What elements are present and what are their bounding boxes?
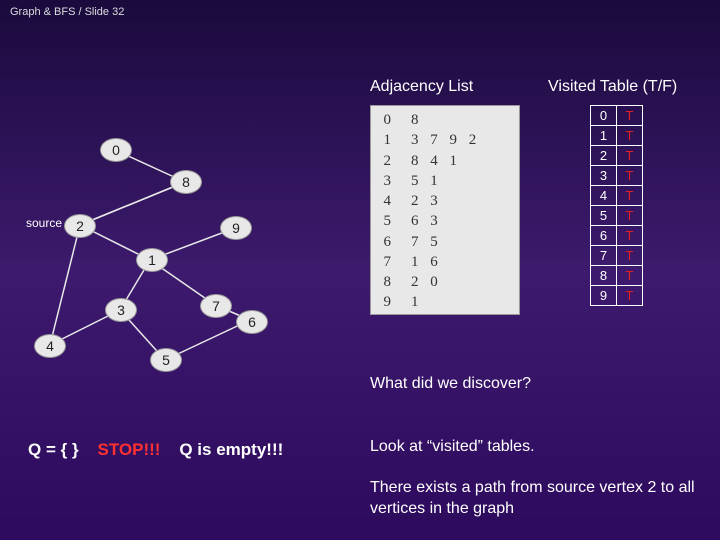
graph-node-0: 0 — [100, 138, 132, 162]
discover-question: What did we discover? — [370, 375, 531, 393]
visited-table: 0T 1T 2T 3T 4T 5T 6T 7T 8T 9T — [590, 105, 643, 306]
graph-diagram: source 0 8 2 9 1 3 7 4 5 6 — [20, 120, 320, 380]
adjacency-list-label: Adjacency List — [370, 78, 473, 96]
adj-row: 56 3 — [379, 211, 511, 231]
adj-row: 71 6 — [379, 252, 511, 272]
queue-status-line: Q = { } STOP!!! Q is empty!!! — [28, 440, 283, 460]
graph-node-1: 1 — [136, 248, 168, 272]
slide-header: Graph & BFS / Slide 32 — [0, 0, 720, 24]
adj-row: 91 — [379, 292, 511, 312]
adj-row: 08 — [379, 110, 511, 130]
q-set: { } — [61, 440, 79, 459]
visited-table-label: Visited Table (T/F) — [548, 78, 677, 96]
adj-row: 35 1 — [379, 171, 511, 191]
graph-node-2: 2 — [64, 214, 96, 238]
adjacency-list: 08 13 7 9 2 28 4 1 35 1 42 3 56 3 67 5 7… — [370, 105, 520, 315]
graph-node-5: 5 — [150, 348, 182, 372]
graph-node-8: 8 — [170, 170, 202, 194]
adj-row: 28 4 1 — [379, 151, 511, 171]
adj-row: 67 5 — [379, 232, 511, 252]
graph-node-6: 6 — [236, 310, 268, 334]
graph-node-3: 3 — [105, 298, 137, 322]
stop-text: STOP!!! — [97, 440, 160, 459]
graph-node-9: 9 — [220, 216, 252, 240]
source-label: source — [26, 216, 62, 230]
q-empty-text: Q is empty!!! — [179, 440, 283, 459]
adj-row: 13 7 9 2 — [379, 130, 511, 150]
lookat-text: Look at “visited” tables. — [370, 438, 535, 456]
graph-node-4: 4 — [34, 334, 66, 358]
q-prefix: Q = — [28, 440, 61, 459]
graph-node-7: 7 — [200, 294, 232, 318]
adj-row: 42 3 — [379, 191, 511, 211]
adj-row: 82 0 — [379, 272, 511, 292]
path-conclusion: There exists a path from source vertex 2… — [370, 478, 700, 520]
